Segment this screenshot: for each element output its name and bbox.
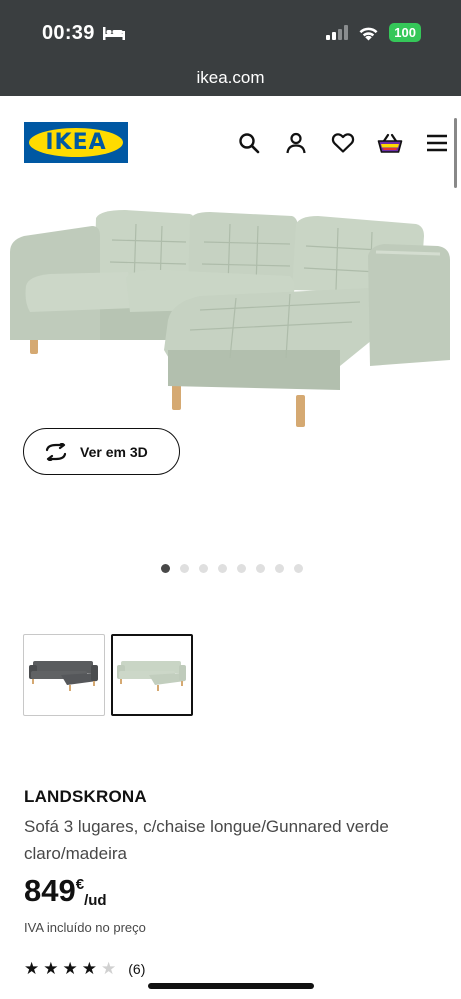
star-filled-icon: ★ [62, 959, 78, 978]
review-count[interactable]: (6) [128, 961, 145, 977]
view-in-3d-label: Ver em 3D [80, 443, 148, 460]
gallery-dot-1[interactable] [160, 564, 170, 573]
star-empty-icon: ★ [101, 959, 117, 978]
gallery-pagination-dots [0, 564, 461, 573]
wishlist-heart-icon[interactable] [319, 130, 366, 156]
star-filled-icon: ★ [24, 959, 40, 978]
sofa-illustration [10, 210, 450, 427]
search-icon[interactable] [225, 130, 272, 156]
product-name: LANDSKRONA [24, 787, 147, 806]
vat-note: IVA incluído no preço [24, 920, 146, 935]
price-unit: /ud [84, 892, 107, 909]
site-header: IKEA [0, 96, 461, 186]
rotate-3d-icon [45, 442, 67, 461]
gallery-dot-2[interactable] [179, 564, 189, 573]
cellular-signal-icon [326, 25, 349, 40]
shopping-bag-icon[interactable] [366, 130, 413, 156]
price-integer: 849 [24, 873, 76, 908]
bed-icon [103, 27, 125, 40]
menu-icon[interactable] [413, 130, 460, 156]
ikea-logo[interactable]: IKEA [24, 122, 128, 163]
product-rating[interactable]: ★ ★ ★ ★ ★ (6) [24, 960, 145, 978]
account-icon[interactable] [272, 130, 319, 156]
gallery-dot-8[interactable] [293, 564, 303, 573]
color-variant-selector [23, 634, 193, 716]
home-indicator[interactable] [148, 983, 314, 989]
status-right-group: 100 [326, 23, 421, 42]
variant-thumb-light-green[interactable] [111, 634, 193, 716]
price-currency: € [75, 876, 85, 893]
status-bar: 00:39 100 [0, 0, 461, 58]
variant-thumb-dark-grey[interactable] [23, 634, 105, 716]
star-filled-icon: ★ [43, 959, 59, 978]
logo-text: IKEA [45, 130, 107, 155]
gallery-dot-7[interactable] [274, 564, 284, 573]
star-filled-icon: ★ [81, 959, 97, 978]
url-text[interactable]: ikea.com [0, 68, 461, 88]
gallery-dot-3[interactable] [198, 564, 208, 573]
product-price: 849 € /ud [24, 872, 107, 912]
status-time: 00:39 [42, 22, 95, 44]
gallery-dot-5[interactable] [236, 564, 246, 573]
battery-icon: 100 [389, 23, 421, 42]
view-in-3d-button[interactable]: Ver em 3D [23, 428, 180, 475]
browser-url-bar[interactable]: ikea.com [0, 58, 461, 96]
product-main-image[interactable] [0, 190, 461, 540]
gallery-dot-4[interactable] [217, 564, 227, 573]
product-description: Sofá 3 lugares, c/chaise longue/Gunnared… [24, 817, 389, 863]
scrollbar-thumb[interactable] [454, 118, 457, 188]
gallery-dot-6[interactable] [255, 564, 265, 573]
wifi-icon [359, 27, 378, 40]
header-icon-bar [225, 130, 460, 156]
